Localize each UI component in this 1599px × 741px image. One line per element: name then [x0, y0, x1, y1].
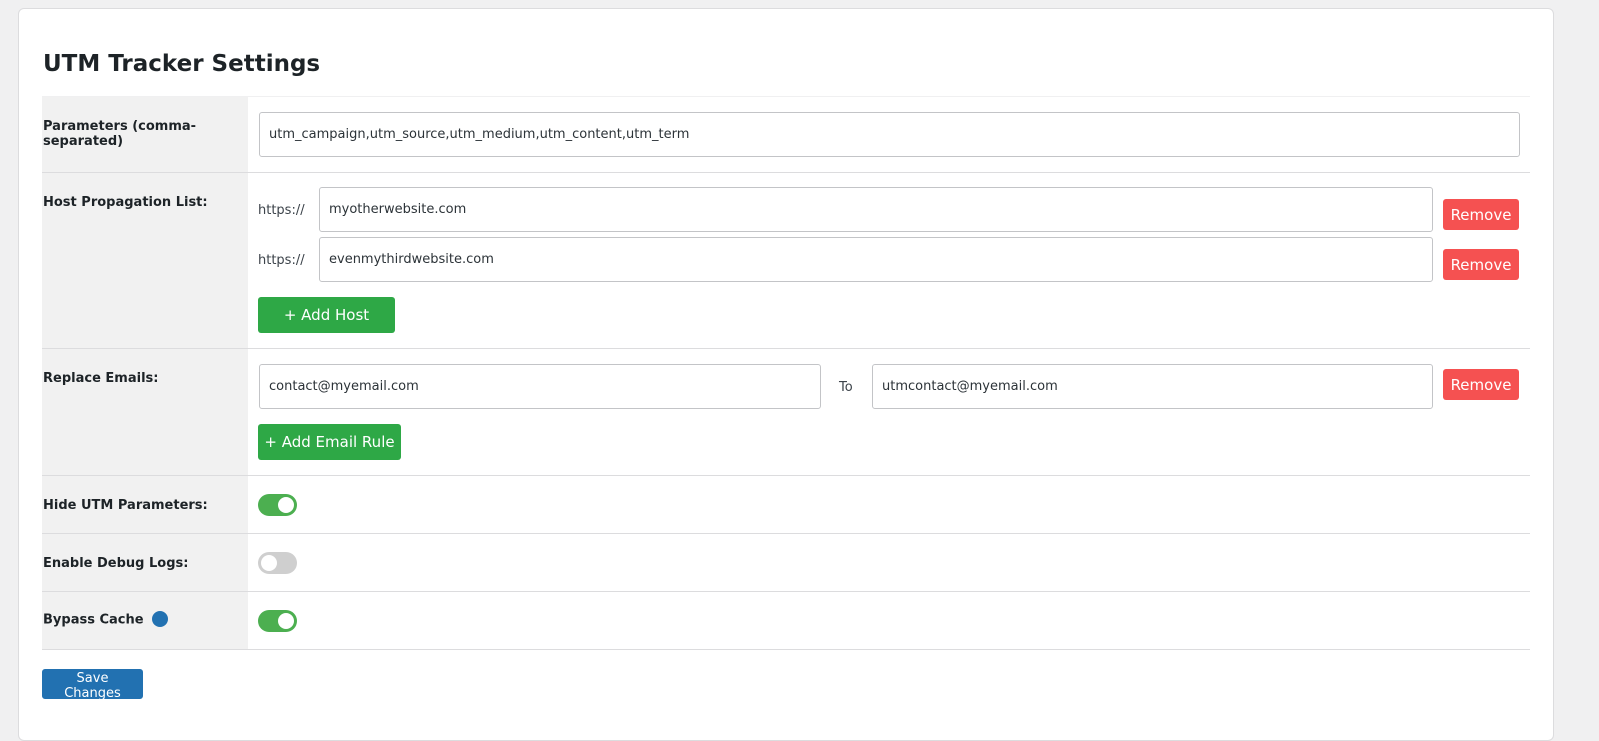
remove-email-rule-button[interactable]: Remove: [1443, 369, 1519, 400]
remove-host-button[interactable]: Remove: [1443, 199, 1519, 230]
row-debug-logs: Enable Debug Logs:: [42, 534, 1530, 592]
debug-logs-label: Enable Debug Logs:: [42, 534, 248, 591]
parameters-label: Parameters (comma-separated): [42, 97, 248, 172]
host-propagation-label: Host Propagation List:: [42, 173, 248, 348]
row-host-propagation: Host Propagation List: https:// Remove h…: [42, 173, 1530, 349]
debug-logs-toggle[interactable]: [258, 552, 297, 574]
row-parameters: Parameters (comma-separated): [42, 97, 1530, 173]
settings-card: UTM Tracker Settings Parameters (comma-s…: [18, 8, 1554, 741]
host-input[interactable]: [319, 187, 1433, 232]
add-email-rule-button[interactable]: + Add Email Rule: [258, 424, 401, 460]
toggle-knob: [278, 497, 294, 513]
host-input[interactable]: [319, 237, 1433, 282]
debug-logs-field-cell: [248, 534, 1530, 591]
bypass-cache-toggle[interactable]: [258, 610, 297, 632]
host-propagation-field-cell: https:// Remove https:// Remove + Add Ho…: [248, 173, 1530, 348]
email-to-label: To: [839, 380, 853, 395]
settings-table: Parameters (comma-separated) Host Propag…: [42, 96, 1530, 650]
hide-utm-label: Hide UTM Parameters:: [42, 476, 248, 533]
row-hide-utm: Hide UTM Parameters:: [42, 476, 1530, 534]
hide-utm-toggle[interactable]: [258, 494, 297, 516]
email-to-input[interactable]: [872, 364, 1433, 409]
bypass-cache-label: Bypass Cache: [43, 612, 144, 628]
info-icon[interactable]: [151, 611, 168, 627]
parameters-field-cell: [248, 97, 1530, 172]
row-bypass-cache: Bypass Cache: [42, 592, 1530, 650]
row-replace-emails: Replace Emails: To Remove + Add Email Ru…: [42, 349, 1530, 476]
page-title: UTM Tracker Settings: [43, 51, 321, 77]
bypass-cache-label-cell: Bypass Cache: [42, 592, 248, 649]
replace-emails-label: Replace Emails:: [42, 349, 248, 475]
host-prefix: https://: [258, 203, 305, 218]
hide-utm-field-cell: [248, 476, 1530, 533]
add-host-button[interactable]: + Add Host: [258, 297, 395, 333]
toggle-knob: [278, 613, 294, 629]
host-prefix: https://: [258, 253, 305, 268]
save-changes-button[interactable]: Save Changes: [42, 669, 143, 701]
bypass-cache-field-cell: [248, 592, 1530, 649]
replace-emails-field-cell: To Remove + Add Email Rule: [248, 349, 1530, 475]
remove-host-button[interactable]: Remove: [1443, 249, 1519, 280]
parameters-input[interactable]: [259, 112, 1520, 157]
email-from-input[interactable]: [259, 364, 821, 409]
toggle-knob: [261, 555, 277, 571]
